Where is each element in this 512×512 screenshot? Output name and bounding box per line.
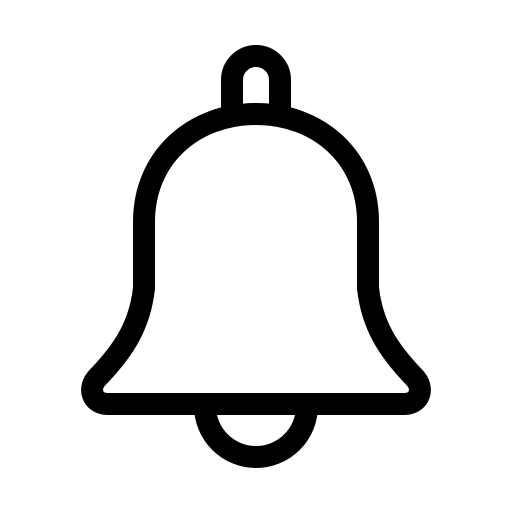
bell-icon (81, 45, 431, 468)
bell-body (81, 103, 431, 415)
bell-top-loop (221, 45, 291, 119)
icon-canvas (0, 0, 512, 512)
